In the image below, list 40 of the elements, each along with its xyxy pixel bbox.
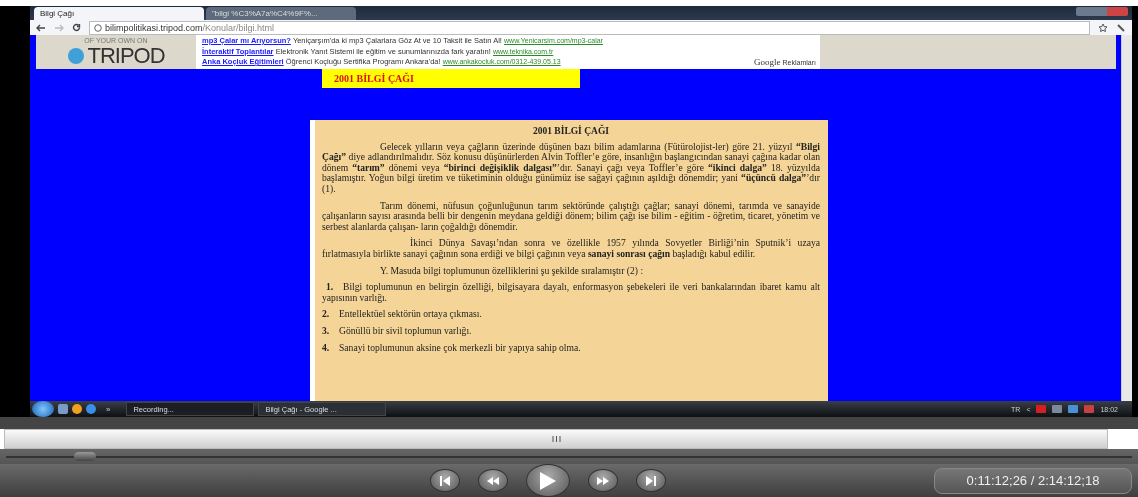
list-item: 1. Bilgi toplumunun en belirgin özelliği, bilgisayara dayalı, enformasyon şebekeleri ile veri bankalarından ibaret kamu alt yapısının varlığı. [322, 282, 820, 304]
article-title: 2001 BİLGİ ÇAĞI [532, 126, 610, 137]
fast-forward-button[interactable] [588, 469, 618, 492]
back-icon[interactable] [36, 23, 46, 32]
start-button[interactable] [32, 401, 54, 418]
rewind-icon [487, 476, 499, 485]
next-icon [645, 475, 657, 486]
play-icon [540, 471, 556, 490]
play-button[interactable] [526, 464, 570, 497]
seek-track[interactable] [6, 455, 1132, 458]
list-item: 3. Gönüllü bir sivil toplumun varlığı. [322, 325, 473, 337]
seek-thumb[interactable] [73, 451, 96, 461]
star-icon[interactable] [1098, 22, 1108, 33]
list-item: 2. Entellektüel sektörün ortaya çıkması. [322, 309, 483, 320]
previous-button[interactable] [430, 469, 460, 492]
page-header: 2001 BİLGİ ÇAĞI [322, 69, 580, 88]
reload-icon[interactable] [72, 23, 81, 32]
browser-tab[interactable]: "bilgi %C3%A7a%C4%9F%... [206, 7, 356, 20]
list-item: 4. Sanayi toplumunun aksine çok merkezli bir yapıya sahip olma. [322, 342, 582, 354]
previous-icon [439, 475, 451, 486]
article-paragraph: Gelecek yılların veya çağların üzerinde düşünen bazı bilim adamlarına (Fütürolojist-ler) göre 21. yüzyıl “Bilgi Çağı” diye adlandırılmalıdır. Söz konusu düşünürlerden Alvin Toffler’e göre, insanlığın başlangıcından sanayi çağına kadar olan dönem “tarım” dönemi veya “birinci değişiklik dalgası”’dır. Sanayi çağı veya Toffler’e göre “ikinci dalga” 18. yüzyılda başlamıştır. Yoğun bilgi üretim ve tüketiminin olduğu günümüz ise sağayi çağının aşıldığı dönemdir; yani “üçüncü dalga”’dır (1). [322, 141, 820, 195]
article-paragraph: Tarım dönemi, nüfusun çoğunluğunun tarım sektöründe çalıştığı çağlar; sanayi dönemi, tarımda ve sanayide çalışanların sayısı arasında belli bir dengenin meydana geldiği dönem; bilim çağı ise bilim - eğitim - öğretim, ticaret, yönetim ve serbest alanlarda çalışan- ların çoğaldığı dönemdir. [322, 200, 820, 233]
globe-icon [94, 23, 102, 32]
tray-icon[interactable] [1036, 405, 1047, 414]
grip-icon[interactable] [551, 436, 561, 443]
logo-text[interactable]: TRIPOD [87, 45, 165, 67]
address-field[interactable]: bilimpolitikasi.tripod.com/Konular/bilgi.html [89, 20, 1090, 35]
scrollbar[interactable] [1121, 35, 1132, 402]
more-button[interactable]: » [106, 404, 111, 414]
browser-tab[interactable]: Bilgi Çağı [34, 7, 204, 20]
fast-forward-icon [597, 476, 609, 485]
article-paragraph: İkinci Dünya Savaşı’ndan sonra ve özellikle 1957 yılında Sovyetler Birliği’nin Sputnik’i uzaya fırlatmasıyla birlikte sanayi çağının sona erdiği ve bilgi çağının veya sanayi sonrası çağın başladığı kabul edilir. [322, 238, 820, 260]
ads-brand: Google [754, 57, 781, 67]
globe-icon [67, 47, 86, 65]
rewind-button[interactable] [478, 469, 508, 492]
time-display: 0:11:12;26 / 2:14:12;18 [934, 467, 1132, 494]
next-button[interactable] [636, 469, 666, 492]
tray-icon[interactable] [1052, 405, 1063, 414]
resize-bar[interactable] [4, 429, 1108, 450]
article-paragraph: Y. Masuda bilgi toplumunun özelliklerini şu şekilde sıralamıştır (2) : [379, 265, 645, 277]
